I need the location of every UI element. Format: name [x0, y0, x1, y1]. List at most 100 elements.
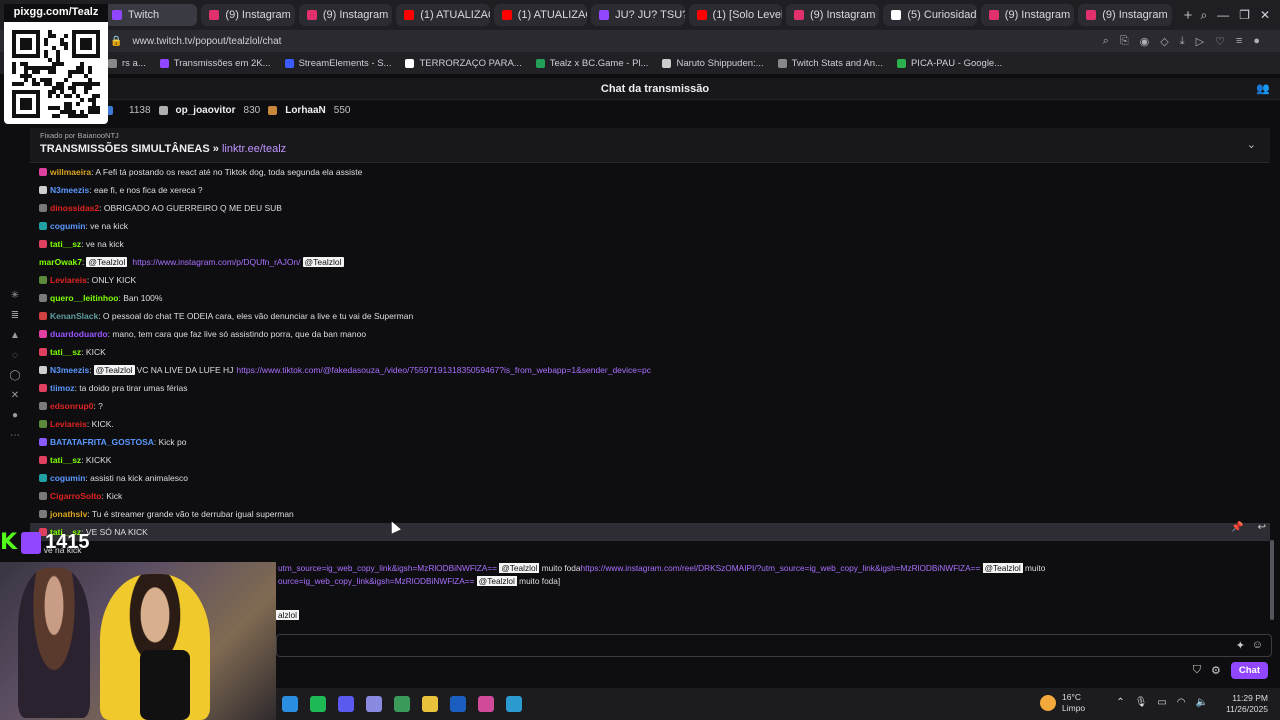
chat-send-button[interactable]: Chat	[1230, 662, 1268, 679]
taskbar-app-icon[interactable]	[282, 696, 298, 712]
browser-tab[interactable]: Twitch	[104, 4, 198, 26]
bookmark-item[interactable]: Twitch Stats and An...	[777, 58, 883, 69]
shield-mod-icon[interactable]: ⛉	[1193, 664, 1201, 677]
browser-tab[interactable]: (1) [Solo Leveling:AR	[688, 4, 782, 26]
browser-tab[interactable]: (9) Instagram	[1078, 4, 1172, 26]
clock[interactable]: 11:29 PM 11/26/2025	[1226, 693, 1268, 715]
chat-input[interactable]: ✦ ☺	[276, 634, 1272, 657]
bits-icon[interactable]: ✦	[1236, 639, 1245, 652]
browser-tab[interactable]: (9) Instagram	[785, 4, 880, 26]
close-icon[interactable]: ✕	[1260, 8, 1270, 23]
users-icon[interactable]: 👥	[1256, 82, 1270, 95]
play-icon[interactable]: ▷	[1196, 35, 1204, 48]
chat-message[interactable]: edsonrup0: ?	[30, 397, 1270, 415]
chat-username[interactable]: Leviareis	[50, 419, 87, 429]
profile-icon[interactable]: ●	[1253, 35, 1260, 48]
x-icon[interactable]: ✕	[11, 390, 19, 401]
chat-username[interactable]: dinossidas2	[50, 203, 99, 213]
shield-icon[interactable]: ◇	[1160, 35, 1168, 48]
bookmark-item[interactable]: StreamElements - S...	[284, 58, 391, 69]
browser-tab[interactable]: (9) Instagram	[980, 4, 1075, 26]
chat-message[interactable]: tati__sz: KICK	[30, 343, 1270, 361]
chat-message[interactable]: quero__leitinhoo: Ban 100%	[30, 289, 1270, 307]
chat-message[interactable]: N3meezis: eae fi, e nos fica de xereca ?	[30, 181, 1270, 199]
chat-message[interactable]: N3meezis: @Tealzlol VC NA LIVE DA LUFE HJ…	[30, 361, 1270, 379]
search-icon[interactable]: ⌕	[1103, 35, 1109, 48]
mic-icon[interactable]: 🎙	[1135, 697, 1148, 708]
taskbar-app-icon[interactable]	[422, 696, 438, 712]
chat-message[interactable]: tiimoz: ta doido pra tirar umas férias	[30, 379, 1270, 397]
menu-icon[interactable]: ≡	[1236, 35, 1242, 48]
chat-message[interactable]: tati__sz: ve na kick	[30, 235, 1270, 253]
list-icon[interactable]: ≣	[11, 310, 19, 321]
weather-widget[interactable]: 16°C Limpo	[1040, 692, 1085, 714]
chat-username[interactable]: jonathslv	[50, 509, 87, 519]
pinned-message[interactable]: Fixado por BaianooNTJ TRANSMISSÕES SIMUL…	[30, 128, 1270, 163]
chat-message[interactable]: cogumin: assisti na kick animalesco	[30, 469, 1270, 487]
browser-tab[interactable]: (9) Instagram	[201, 4, 295, 26]
chat-username[interactable]: tiimoz	[50, 383, 75, 393]
whatsapp-icon[interactable]: ◯	[9, 370, 20, 381]
chat-username[interactable]: cogumin	[50, 473, 85, 483]
volume-icon[interactable]: 🔈	[1196, 697, 1208, 708]
chat-username[interactable]: CigarroSolto	[50, 491, 101, 501]
triangle-icon[interactable]: ▲	[10, 330, 20, 341]
bookmark-item[interactable]: Transmissões em 2K...	[159, 58, 271, 69]
settings-icon[interactable]: ⚙	[1211, 664, 1221, 677]
messenger-icon[interactable]: ◌	[12, 350, 18, 361]
chat-message[interactable]: tati__sz: VE SÓ NA KICK	[30, 523, 1270, 541]
browser-tab[interactable]: (1) ATUALIZAÇÃO D	[396, 4, 490, 26]
chat-username[interactable]: tati__sz	[50, 455, 81, 465]
chat-username[interactable]: KenanSlack	[50, 311, 98, 321]
chat-username[interactable]: quero__leitinhoo	[50, 293, 118, 303]
minimize-icon[interactable]: —	[1217, 8, 1229, 23]
restore-icon[interactable]: ❐	[1239, 8, 1250, 23]
chat-username[interactable]: edsonrup0	[50, 401, 93, 411]
emote-icon[interactable]: ☺	[1252, 639, 1263, 651]
taskbar-app-icon[interactable]	[310, 696, 326, 712]
new-tab-button[interactable]: +	[1184, 7, 1193, 24]
chat-scrollbar[interactable]	[1270, 540, 1274, 620]
network-icon[interactable]: ▭	[1157, 697, 1166, 708]
chat-mention[interactable]: @Tealzlol	[86, 257, 128, 267]
taskbar-app-icon[interactable]	[478, 696, 494, 712]
chat-message[interactable]: duardoduardo: mano, tem cara que faz liv…	[30, 325, 1270, 343]
pinned-link[interactable]: linktr.ee/tealz	[222, 143, 286, 155]
address-bar[interactable]: 🔒 www.twitch.tv/popout/tealzlol/chat ⌕ ⎘…	[0, 30, 1280, 52]
chat-message[interactable]: cogumin: ve na kick	[30, 217, 1270, 235]
taskbar-app-icon[interactable]	[338, 696, 354, 712]
chat-username[interactable]: duardoduardo	[50, 329, 108, 339]
chat-username[interactable]: BATATAFRITA_GOSTOSA	[50, 437, 154, 447]
url-text[interactable]: www.twitch.tv/popout/tealzlol/chat	[132, 36, 281, 47]
chat-message[interactable]: willmaeira: A Fefi tá postando os react …	[30, 163, 1270, 181]
bookmark-item[interactable]: Tealz x BC.Game - Pl...	[535, 58, 648, 69]
chat-username[interactable]: N3meezis	[50, 185, 89, 195]
chat-message[interactable]: tati__sz: KICKK	[30, 451, 1270, 469]
browser-tab[interactable]: (5) Curiosidades Eur	[883, 4, 977, 26]
chat-message[interactable]: jonathslv: Tu é streamer grande vão te d…	[30, 505, 1270, 523]
chat-username[interactable]: cogumin	[50, 221, 85, 231]
taskbar-app-icon[interactable]	[394, 696, 410, 712]
chat-message[interactable]: marOwak7: @Tealzlol https://www.instagram.…	[30, 253, 1270, 271]
bookmark-item[interactable]: rs a...	[108, 58, 146, 69]
browser-tab[interactable]: JU? JU? TSU?	[591, 4, 685, 26]
reply-icon[interactable]: ↩	[1258, 522, 1266, 533]
chat-message[interactable]: : ve na kick	[30, 541, 1270, 559]
chat-link[interactable]: https://www.instagram.com/p/DQUfn_rAJOn/	[132, 257, 300, 267]
browser-tab[interactable]: (1) ATUALIZAÇÃO D	[493, 4, 588, 26]
chat-username[interactable]: marOwak7	[39, 257, 82, 267]
download-icon[interactable]: ⤓	[1180, 35, 1185, 48]
more-icon[interactable]: ⋯	[10, 430, 20, 441]
bookmark-item[interactable]: PICA-PAU - Google...	[896, 58, 1002, 69]
search-tabs-icon[interactable]: ⌕	[1200, 8, 1207, 23]
chat-message[interactable]: CigarroSolto: Kick	[30, 487, 1270, 505]
lock-icon[interactable]: 🔒	[110, 36, 122, 47]
chevron-up-icon[interactable]: ⌃	[1116, 697, 1124, 708]
chat-message[interactable]: Leviareis: ONLY KICK	[30, 271, 1270, 289]
camera-icon[interactable]: ◉	[1140, 35, 1150, 48]
chat-message[interactable]: Leviareis: KICK.	[30, 415, 1270, 433]
taskbar-app-icon[interactable]	[366, 696, 382, 712]
heart-icon[interactable]: ♡	[1215, 35, 1225, 48]
share-icon[interactable]: ⎘	[1120, 35, 1129, 48]
chat-username[interactable]: Leviareis	[50, 275, 87, 285]
